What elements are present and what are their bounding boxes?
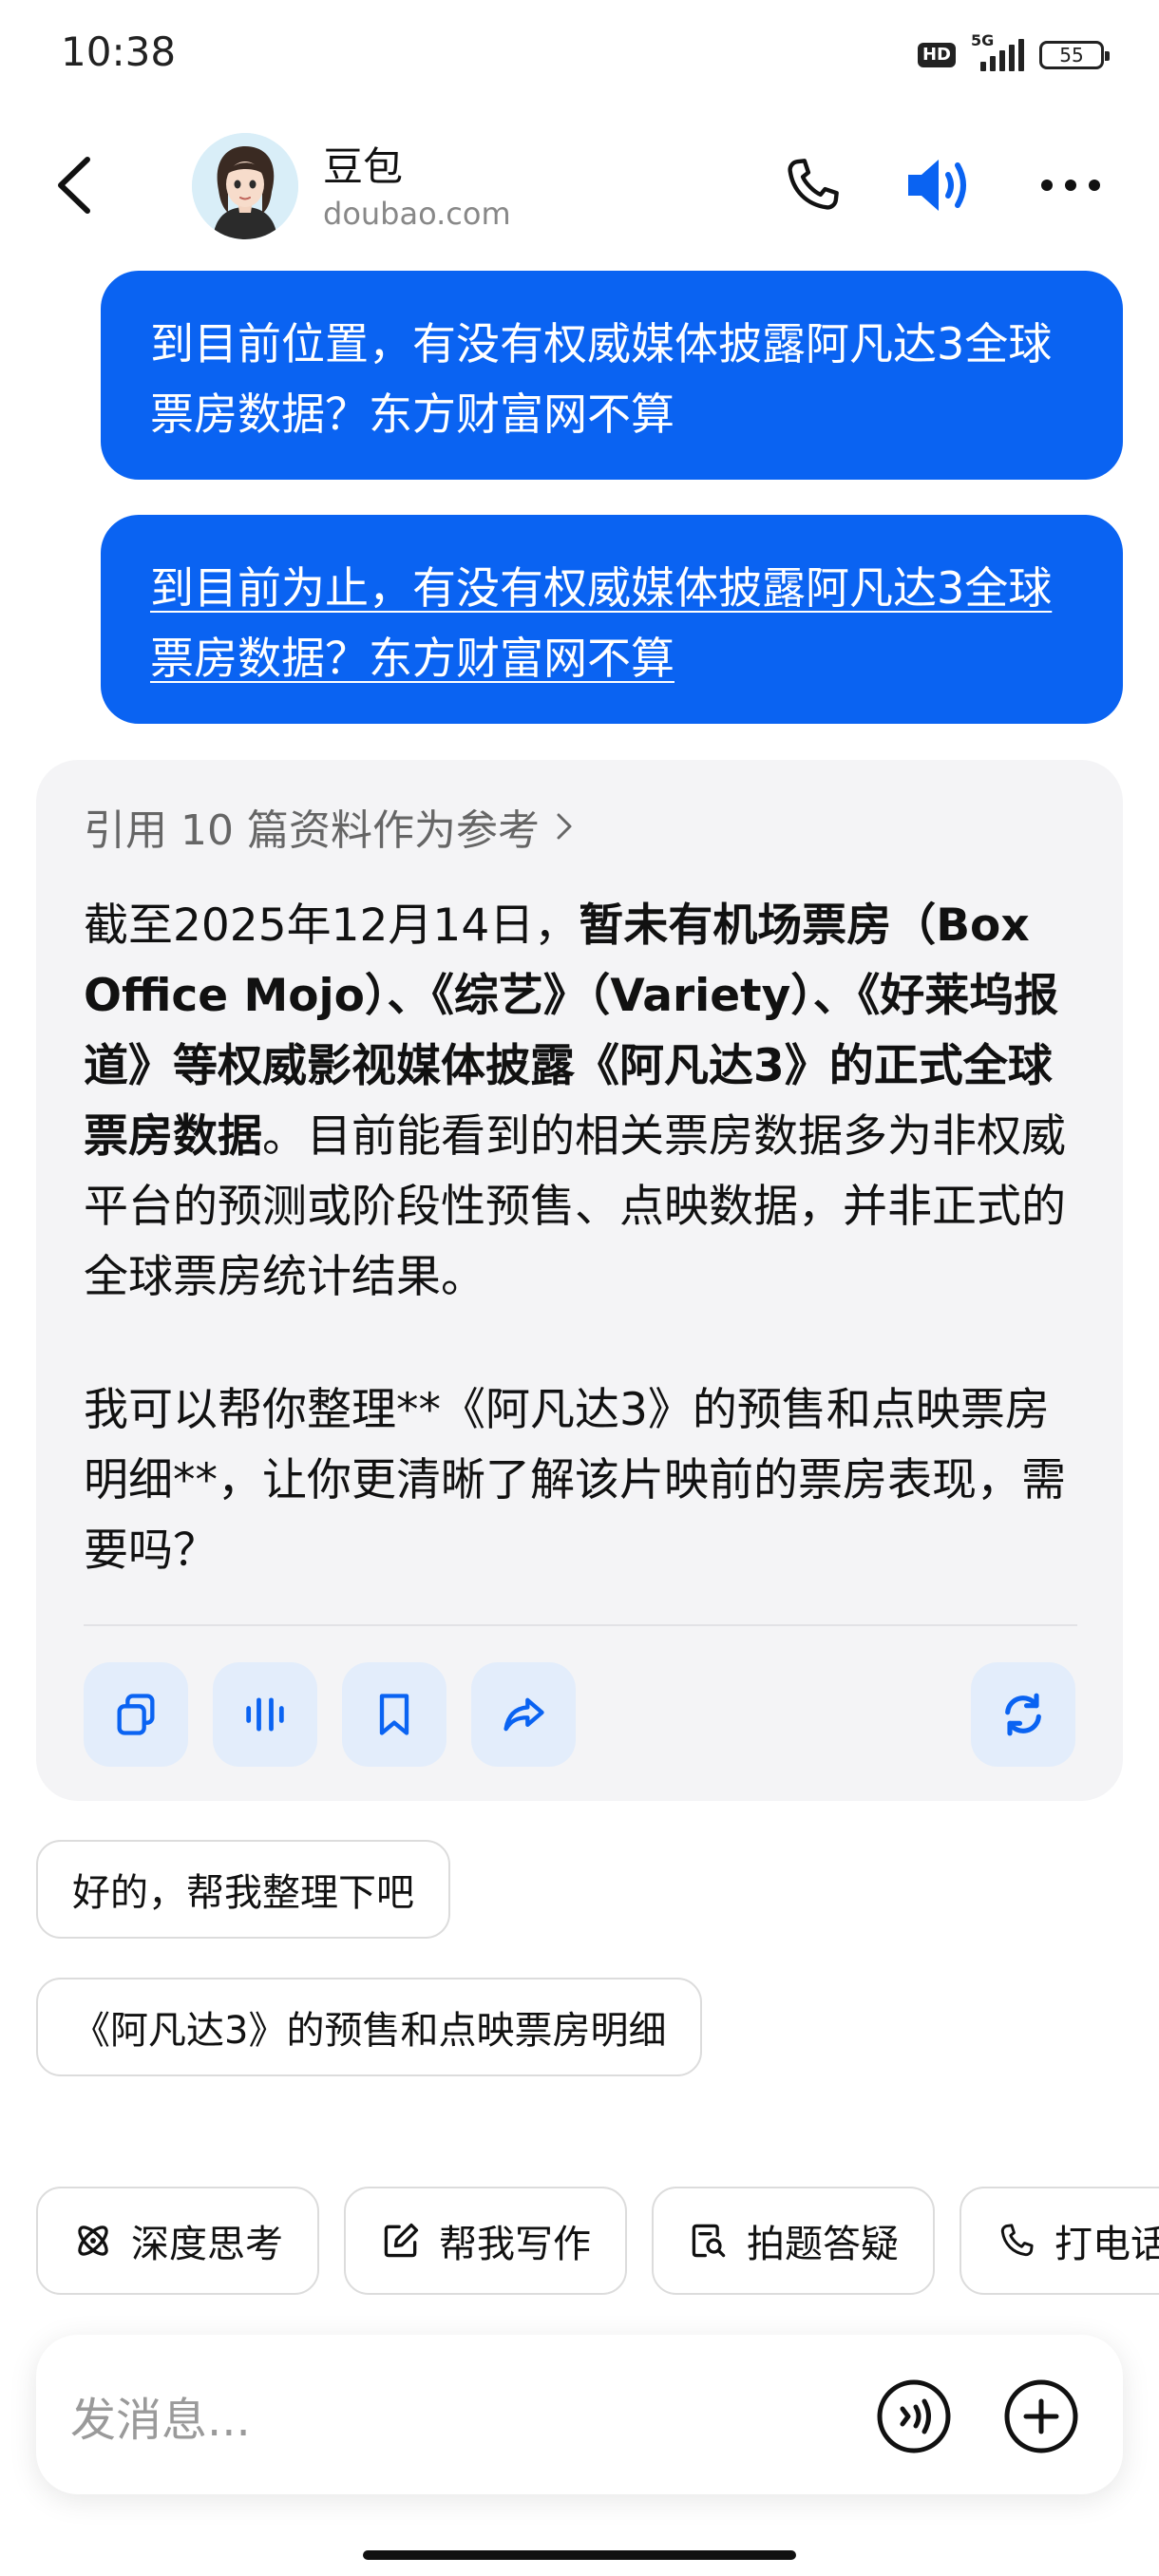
read-aloud-button[interactable] <box>213 1662 317 1767</box>
signal-icon: 5G <box>971 31 1024 71</box>
call-chip[interactable]: 打电话 <box>960 2187 1159 2295</box>
back-icon[interactable] <box>48 152 104 218</box>
bookmark-icon <box>379 1694 409 1735</box>
voice-wave-icon <box>877 2379 951 2453</box>
message-input-placeholder[interactable]: 发消息... <box>70 2382 251 2449</box>
user-message[interactable]: 到目前位置，有没有权威媒体披露阿凡达3全球票房数据？东方财富网不算 <box>101 271 1123 480</box>
deep-think-chip[interactable]: 深度思考 <box>36 2187 319 2295</box>
photo-search-icon <box>692 2224 726 2258</box>
reference-label: 引用 10 篇资料作为参考 <box>84 806 540 855</box>
more-icon[interactable] <box>1037 161 1104 209</box>
status-time: 10:38 <box>61 28 177 75</box>
phone-icon <box>1000 2224 1034 2257</box>
hd-badge: HD <box>917 43 956 67</box>
avatar[interactable] <box>192 133 298 239</box>
chip-label: 深度思考 <box>131 2223 283 2266</box>
network-label: 5G <box>971 31 995 49</box>
divider <box>84 1624 1077 1626</box>
battery-level: 55 <box>1059 44 1084 66</box>
ai-reply-paragraph-1: 截至2025年12月14日，暂未有机场票房（Box Office Mojo）、《… <box>84 891 1081 1313</box>
chip-label: 打电话 <box>1054 2223 1159 2266</box>
share-icon <box>504 1697 544 1732</box>
chat-subtitle: doubao.com <box>323 196 511 232</box>
copy-button[interactable] <box>84 1662 188 1767</box>
voice-call-button[interactable] <box>874 2377 954 2456</box>
suggestion-chip[interactable]: 好的，帮我整理下吧 <box>36 1840 450 1939</box>
status-icons: HD 5G 55 <box>917 31 1110 76</box>
edit-icon <box>384 2223 419 2258</box>
ai-reply-paragraph-2: 我可以帮你整理**《阿凡达3》的预售和点映票房明细**，让你更清晰了解该片映前的… <box>84 1384 1066 1577</box>
quick-actions: 深度思考 帮我写作 拍题答疑 打电话 <box>36 2187 1159 2295</box>
photo-question-chip[interactable]: 拍题答疑 <box>652 2187 935 2295</box>
atom-icon <box>78 2226 108 2256</box>
home-indicator[interactable] <box>363 2550 796 2560</box>
writing-chip[interactable]: 帮我写作 <box>344 2187 627 2295</box>
bookmark-button[interactable] <box>342 1662 446 1767</box>
reference-link[interactable]: 引用 10 篇资料作为参考 <box>84 796 576 857</box>
chevron-right-icon <box>557 813 572 840</box>
chip-label: 帮我写作 <box>439 2223 591 2266</box>
regenerate-button[interactable] <box>971 1662 1075 1767</box>
copy-icon <box>117 1694 155 1735</box>
audio-wave-icon <box>246 1697 284 1732</box>
add-button[interactable] <box>1001 2377 1081 2456</box>
chat-title: 豆包 <box>323 143 404 190</box>
phone-icon[interactable] <box>779 152 846 218</box>
user-message-edited[interactable]: 到目前为止，有没有权威媒体披露阿凡达3全球票房数据？东方财富网不算 <box>101 515 1123 724</box>
speaker-icon[interactable] <box>902 152 978 218</box>
reply-text: 截至2025年12月14日， <box>84 900 580 952</box>
user-message-text: 到目前为止，有没有权威媒体披露阿凡达3全球票房数据？东方财富网不算 <box>150 562 1053 684</box>
share-button[interactable] <box>471 1662 576 1767</box>
plus-icon <box>1004 2379 1078 2453</box>
chip-label: 拍题答疑 <box>747 2223 899 2266</box>
refresh-icon <box>1005 1693 1041 1736</box>
battery-icon: 55 <box>1039 41 1110 69</box>
suggestion-chip[interactable]: 《阿凡达3》的预售和点映票房明细 <box>36 1978 703 2076</box>
